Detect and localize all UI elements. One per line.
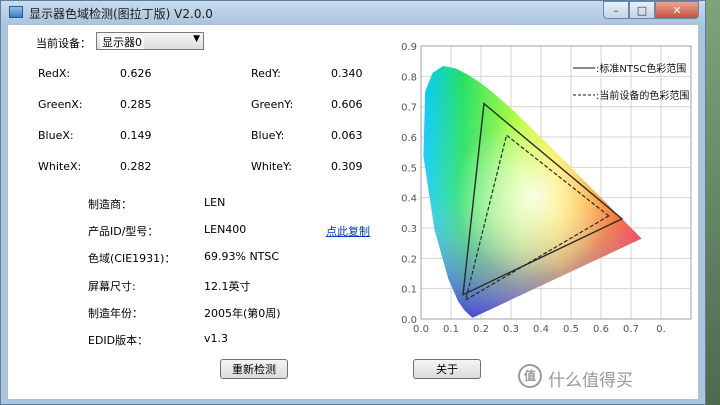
y-tick-label: 0.7 [401, 103, 417, 114]
watermark-logo-icon: 值 [518, 364, 542, 388]
watermark-text: 什么值得买 [548, 371, 633, 391]
legend-label: :当前设备的色彩范围 [596, 89, 689, 102]
y-tick-label: 0.9 [401, 42, 417, 53]
app-window: 显示器色域检测(图拉丁版) V2.0.0 – □ ✕ 当前设备： 显示器0 ▼ … [0, 0, 706, 405]
spectral-locus-whitepoint [423, 66, 642, 318]
cie-chart: 0.00.10.20.30.40.50.60.70.80.90.0 0.1 0.2 0… [401, 42, 692, 335]
close-button[interactable]: ✕ [655, 1, 699, 19]
client-area: 当前设备： 显示器0 ▼ RedX: 0.626 RedY: 0.340 Gre… [8, 25, 698, 399]
y-tick-label: 0.1 [401, 285, 417, 296]
x-tick-label: 0.5 [563, 324, 579, 335]
x-tick-label: 0.2 [473, 324, 489, 335]
desktop-background [706, 0, 720, 405]
x-tick-label: 0.3 [503, 324, 519, 335]
x-tick-label: 0.0 [413, 324, 429, 335]
close-icon: ✕ [672, 3, 682, 17]
y-tick-label: 0.8 [401, 72, 417, 83]
x-tick-label: 0.7 [623, 324, 639, 335]
y-tick-label: 0.4 [401, 194, 417, 205]
x-tick-label: 0.6 [593, 324, 609, 335]
y-tick-label: 0.2 [401, 254, 417, 265]
x-tick-label: 0.4 [533, 324, 549, 335]
maximize-icon: □ [636, 3, 648, 17]
title-bar[interactable]: 显示器色域检测(图拉丁版) V2.0.0 – □ ✕ [1, 1, 705, 25]
y-tick-label: 0.5 [401, 163, 417, 174]
maximize-button[interactable]: □ [629, 1, 655, 19]
x-tick-label: 0.1 [443, 324, 459, 335]
monitor-icon [9, 6, 23, 18]
y-tick-label: 0.3 [401, 224, 417, 235]
window-title: 显示器色域检测(图拉丁版) V2.0.0 [29, 7, 213, 21]
minimize-icon: – [613, 3, 619, 17]
window-controls: – □ ✕ [603, 1, 699, 19]
minimize-button[interactable]: – [603, 1, 629, 19]
legend-label: :标准NTSC色彩范围 [596, 62, 686, 75]
y-tick-label: 0.6 [401, 133, 417, 144]
x-tick-label: 0. [656, 324, 666, 335]
